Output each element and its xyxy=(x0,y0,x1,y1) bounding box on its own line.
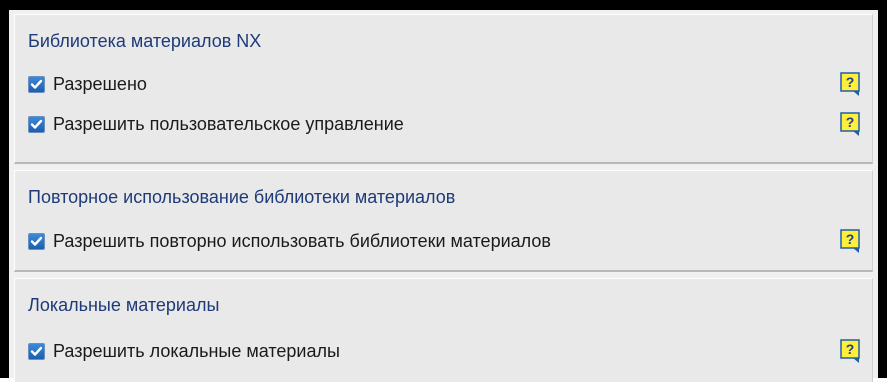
settings-panel: Библиотека материалов NX Разрешено ? Раз… xyxy=(9,10,878,382)
setting-row-allow-local[interactable]: Разрешить локальные материалы ? xyxy=(28,339,872,366)
help-icon[interactable]: ? xyxy=(840,339,862,364)
setting-label: Разрешить повторно использовать библиоте… xyxy=(53,231,551,251)
group-material-library-reuse: Повторное использование библиотеки матер… xyxy=(14,170,873,272)
group-nx-material-library: Библиотека материалов NX Разрешено ? Раз… xyxy=(14,14,873,164)
svg-text:?: ? xyxy=(846,74,855,90)
group-title: Библиотека материалов NX xyxy=(28,31,262,51)
checkmark-icon xyxy=(30,236,43,246)
svg-text:?: ? xyxy=(846,341,855,357)
allow-local-checkbox[interactable] xyxy=(28,343,45,360)
setting-row-user-control[interactable]: Разрешить пользовательское управление ? xyxy=(28,112,872,139)
enabled-checkbox[interactable] xyxy=(28,76,45,93)
checkmark-icon xyxy=(30,79,43,89)
help-icon[interactable]: ? xyxy=(840,112,862,137)
group-local-materials: Локальные материалы Разрешить локальные … xyxy=(14,278,873,382)
help-icon[interactable]: ? xyxy=(840,229,862,254)
setting-label: Разрешено xyxy=(53,74,147,94)
user-control-checkbox[interactable] xyxy=(28,116,45,133)
svg-text:?: ? xyxy=(846,114,855,130)
window-frame: Библиотека материалов NX Разрешено ? Раз… xyxy=(0,0,887,382)
svg-text:?: ? xyxy=(846,231,855,247)
group-title: Повторное использование библиотеки матер… xyxy=(28,187,456,207)
setting-row-enabled[interactable]: Разрешено ? xyxy=(28,72,872,99)
setting-row-allow-reuse[interactable]: Разрешить повторно использовать библиоте… xyxy=(28,229,872,256)
group-title: Локальные материалы xyxy=(28,295,220,315)
checkmark-icon xyxy=(30,119,43,129)
setting-label: Разрешить пользовательское управление xyxy=(53,114,404,134)
checkmark-icon xyxy=(30,346,43,356)
setting-label: Разрешить локальные материалы xyxy=(53,341,340,361)
allow-reuse-checkbox[interactable] xyxy=(28,233,45,250)
help-icon[interactable]: ? xyxy=(840,72,862,97)
